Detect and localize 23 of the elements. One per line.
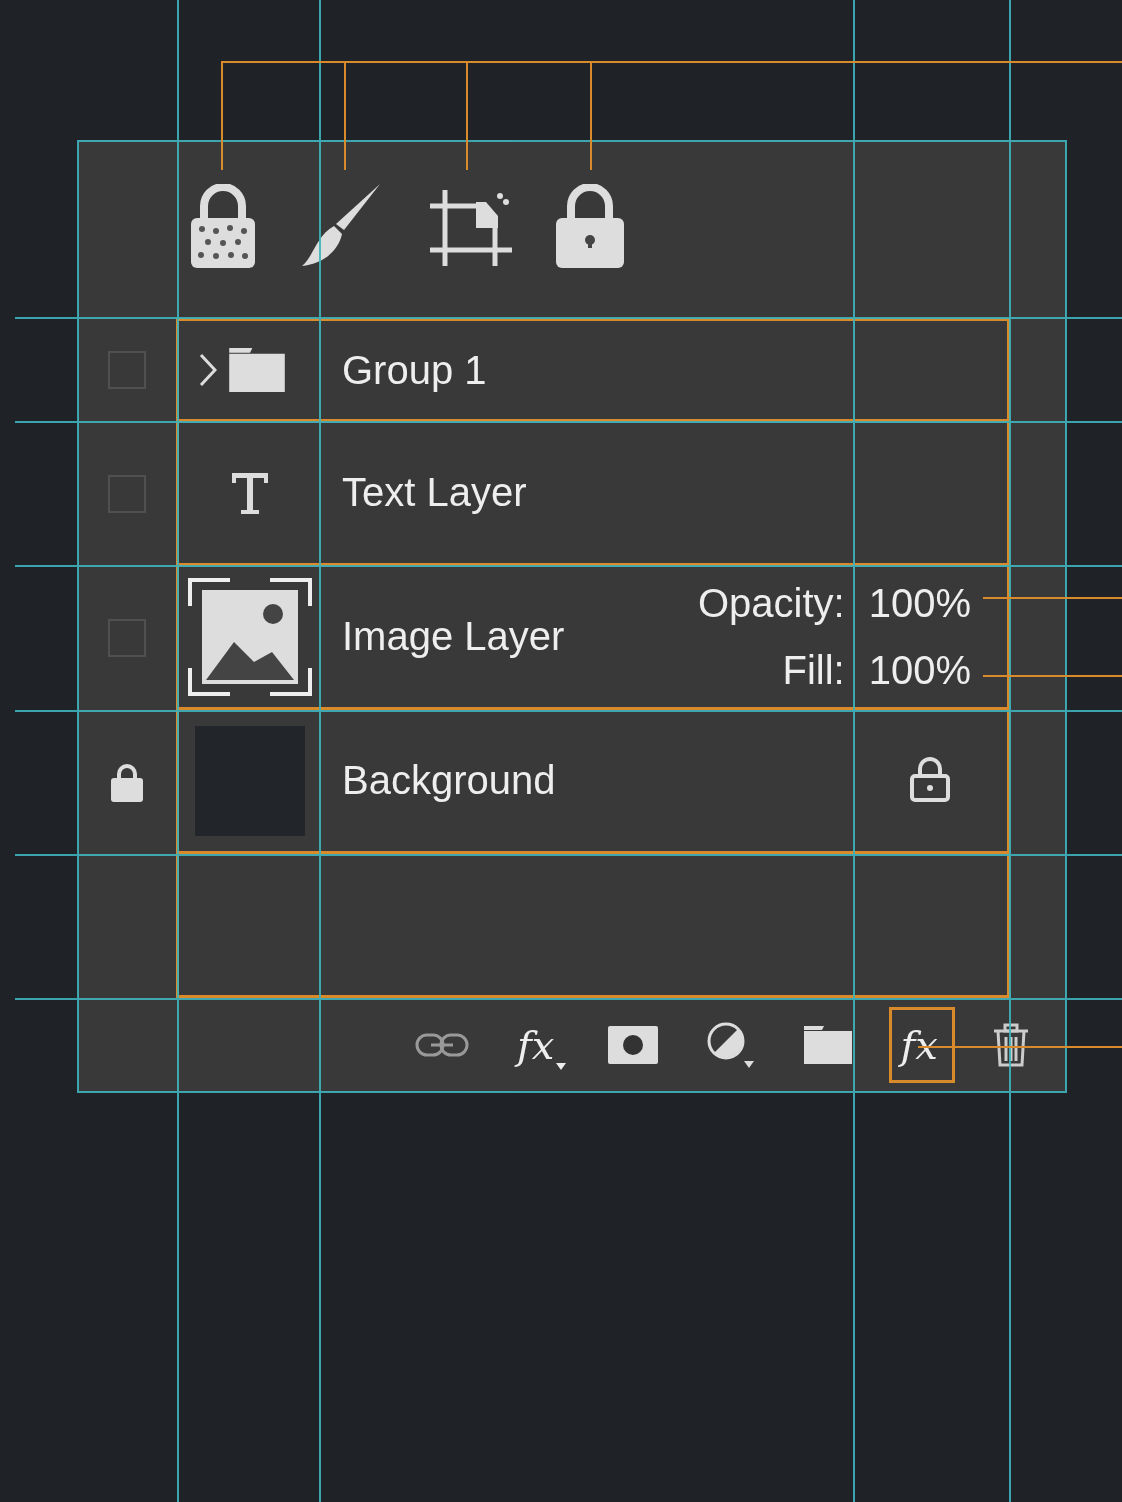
folder-icon xyxy=(804,1025,853,1064)
layer-name[interactable]: Background xyxy=(342,758,556,803)
link-icon xyxy=(415,1031,469,1058)
mask-icon xyxy=(608,1025,659,1064)
adjustment-icon xyxy=(706,1020,757,1069)
text-type-icon xyxy=(229,470,270,515)
lock-icon[interactable] xyxy=(111,762,143,802)
opacity-value[interactable]: 100% xyxy=(868,580,971,626)
lock-icon[interactable] xyxy=(554,184,626,270)
fill-value[interactable]: 100% xyxy=(868,647,971,693)
layer-name[interactable]: Text Layer xyxy=(342,470,527,515)
fill-label: Fill: xyxy=(781,647,845,693)
effects-button[interactable]: fx xyxy=(506,1006,572,1083)
layer-name[interactable]: Image Layer xyxy=(342,614,565,659)
layer-folder-icon xyxy=(229,348,285,392)
padlock-icon xyxy=(909,755,951,802)
image-thumbnail-icon xyxy=(187,575,312,698)
opacity-label: Opacity: xyxy=(697,580,845,626)
trash-icon xyxy=(991,1022,1030,1067)
layer-name[interactable]: Group 1 xyxy=(342,347,487,393)
transparency-lock-icon[interactable] xyxy=(188,184,258,270)
effects-button[interactable]: fx xyxy=(889,1006,955,1083)
chevron-icon[interactable] xyxy=(199,353,217,387)
